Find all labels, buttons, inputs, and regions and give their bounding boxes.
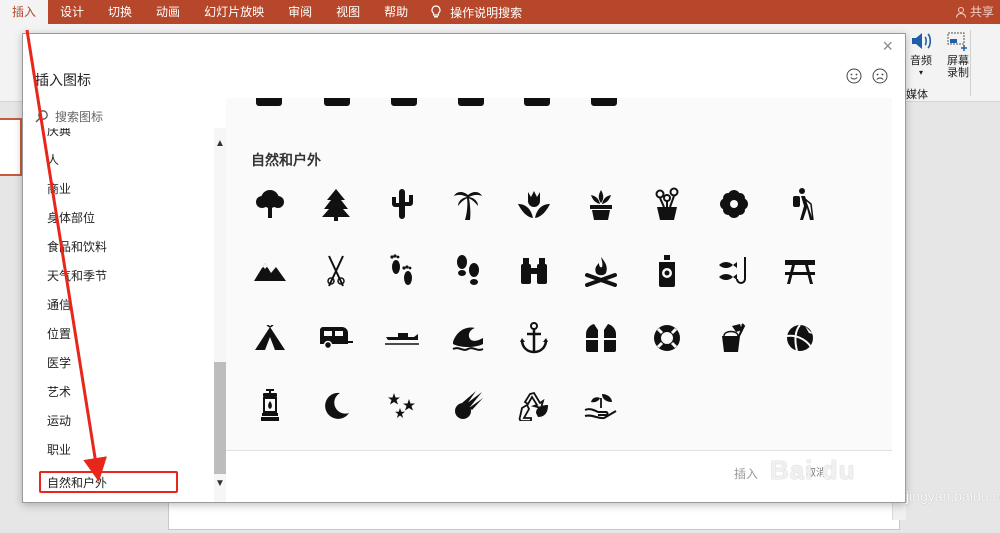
tab-review[interactable]: 审阅 [276,0,324,24]
category-item[interactable]: 天气和季节 [47,267,107,284]
category-item[interactable]: 食品和饮料 [47,238,107,255]
scroll-up-icon[interactable]: ▲ [215,138,225,149]
hiker-icon[interactable] [782,186,818,222]
mountains-icon[interactable] [252,253,288,289]
tree-icon[interactable] [252,186,288,222]
category-item[interactable]: 身体部位 [47,209,95,226]
tell-me-search[interactable]: 操作说明搜索 [420,4,522,21]
partial-icon[interactable] [591,98,617,106]
pine-tree-icon[interactable] [318,186,354,222]
flower-icon[interactable] [716,186,752,222]
category-item[interactable]: 医学 [47,354,71,371]
category-list: 庆典 人 商业 身体部位 食品和饮料 天气和季节 通信 位置 医学 艺术 运动 … [23,128,226,502]
cactus-icon[interactable] [384,186,420,222]
baidu-watermark-sub: jingyan.baidu.com [906,488,1000,504]
category-scrollbar[interactable]: ▲ ▼ [214,128,226,502]
binoculars-icon[interactable] [516,253,552,289]
category-item[interactable]: 庆典 [47,128,71,139]
tab-animations[interactable]: 动画 [144,0,192,24]
plant-hand-icon[interactable] [583,388,619,424]
category-item[interactable]: 运动 [47,412,71,429]
category-item[interactable]: 职业 [47,441,71,458]
tell-me-label: 操作说明搜索 [450,5,523,20]
ribbon-divider [970,30,971,96]
insert-button[interactable]: 插入 [716,461,776,487]
smile-feedback-icon[interactable] [846,68,862,84]
selected-category-highlight [39,471,178,493]
wave-icon[interactable] [450,320,486,356]
tab-insert[interactable]: 插入 [0,0,49,24]
dropdown-arrow-icon: ▾ [918,68,923,77]
category-item[interactable]: 通信 [47,296,71,313]
tab-slideshow[interactable]: 幻灯片放映 [192,0,276,24]
ski-poles-icon[interactable] [318,253,354,289]
palm-tree-icon[interactable] [450,186,486,222]
baidu-watermark: Bai du [770,455,856,485]
insert-icons-dialog: × 插入图标 搜索图标 庆典 人 商业 身体部位 食品和饮料 天气和季节 通信 … [22,33,906,503]
media-group: 音频 ▾ 屏幕 录制 媒体 [904,30,976,101]
crescent-moon-icon[interactable] [318,388,354,424]
camper-trailer-icon[interactable] [318,320,354,356]
footprints-icon[interactable] [384,253,420,289]
category-item[interactable]: 位置 [47,325,71,342]
media-group-label: 媒体 [906,89,928,101]
audio-label: 音频 [910,55,932,67]
potted-plant-icon[interactable] [583,186,619,222]
flower-pot-icon[interactable] [649,186,685,222]
tab-help[interactable]: 帮助 [372,0,420,24]
fishing-icon[interactable] [716,253,752,289]
tab-transitions[interactable]: 切换 [96,0,144,24]
boat-icon[interactable] [384,320,420,356]
audio-button[interactable]: 音频 ▾ [906,30,936,79]
category-item[interactable]: 艺术 [47,383,71,400]
share-button[interactable]: 共享 [955,0,994,24]
dialog-title: 插入图标 [35,72,91,88]
scroll-thumb[interactable] [214,362,226,474]
speaker-icon [912,33,932,49]
life-ring-icon[interactable] [649,320,685,356]
slide-thumbnail[interactable] [0,118,22,176]
tulip-icon[interactable] [516,186,552,222]
partial-icon[interactable] [324,98,350,106]
ribbon-tab-bar: 插入 设计 切换 动画 幻灯片放映 审阅 视图 帮助 操作说明搜索 共享 [0,0,1000,24]
share-label: 共享 [969,5,994,19]
icon-search-field[interactable]: 搜索图标 [35,104,225,128]
category-item[interactable]: 人 [47,151,59,168]
anchor-icon[interactable] [516,320,552,356]
tent-icon[interactable] [252,320,288,356]
partial-icon[interactable] [256,98,282,106]
search-icon [35,110,48,123]
scroll-down-icon[interactable]: ▼ [215,478,225,489]
partial-icon[interactable] [391,98,417,106]
meteor-icon[interactable] [450,388,486,424]
campfire-icon[interactable] [583,253,619,289]
tab-view[interactable]: 视图 [324,0,372,24]
close-icon[interactable]: × [882,36,893,57]
recycle-icon[interactable] [516,388,552,424]
screen-record-icon [947,32,967,51]
stars-icon[interactable] [384,388,420,424]
section-title: 自然和户外 [251,152,321,168]
partial-icon[interactable] [524,98,550,106]
person-icon [955,7,966,18]
partial-icon[interactable] [458,98,484,106]
tab-design[interactable]: 设计 [48,0,96,24]
picnic-table-icon[interactable] [782,253,818,289]
shoe-prints-icon[interactable] [450,253,486,289]
sand-bucket-icon[interactable] [716,320,752,356]
icon-gallery: 自然和户外 [226,98,892,450]
bug-spray-icon[interactable] [649,253,685,289]
category-item[interactable]: 商业 [47,180,71,197]
lantern-icon[interactable] [252,388,288,424]
lightbulb-icon [431,5,441,18]
frown-feedback-icon[interactable] [872,68,888,84]
beach-ball-icon[interactable] [782,320,818,356]
search-placeholder: 搜索图标 [55,109,104,124]
life-jacket-icon[interactable] [583,320,619,356]
